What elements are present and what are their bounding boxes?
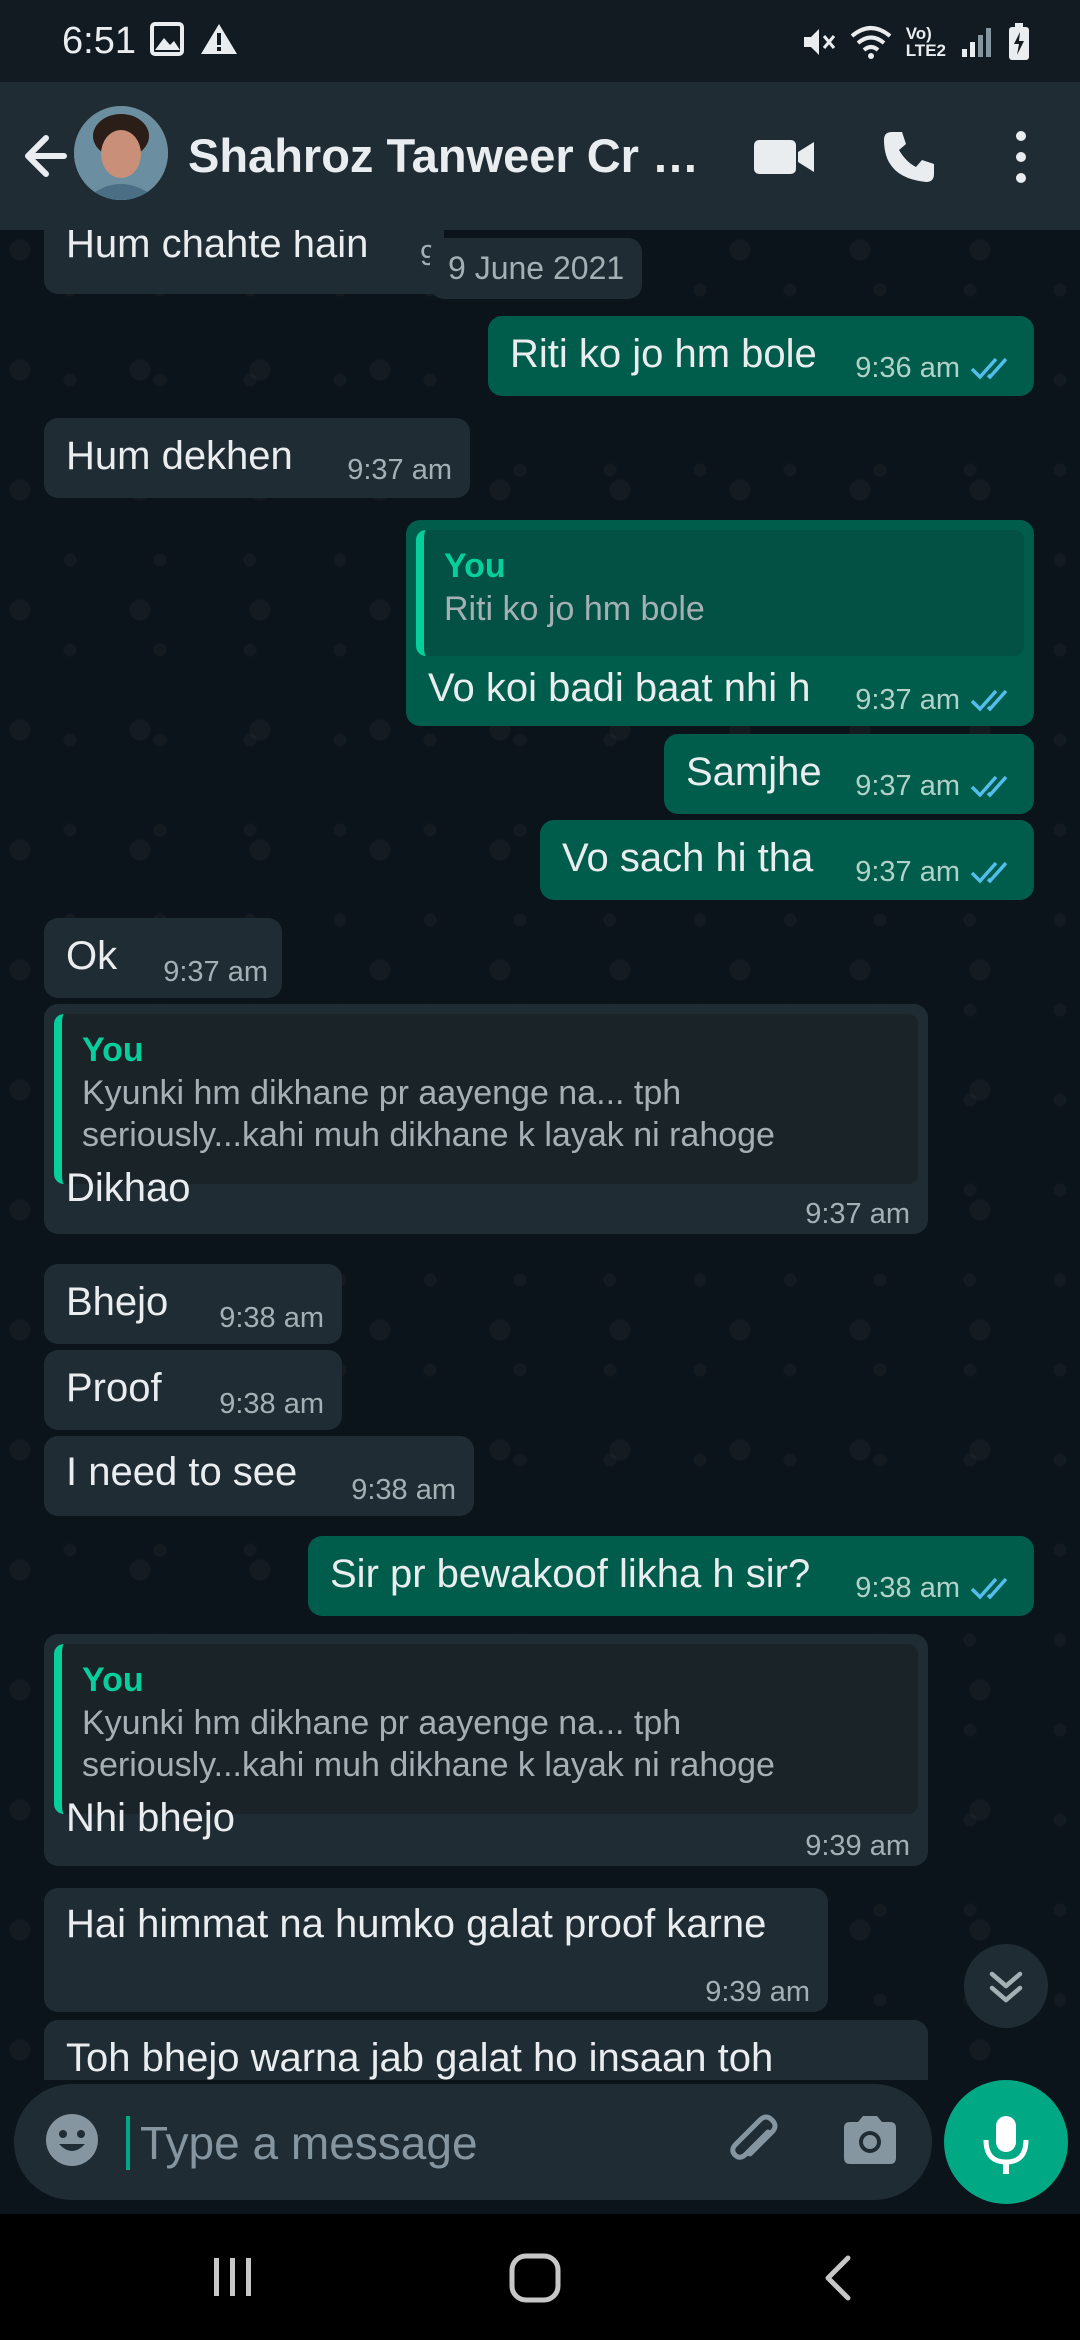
phone-icon[interactable] xyxy=(880,128,938,186)
message-time: 9:37 am xyxy=(855,684,960,716)
double-check-icon xyxy=(970,357,1008,380)
message-text: Bhejo xyxy=(66,1280,169,1324)
message-composer[interactable]: Type a message xyxy=(14,2084,932,2200)
double-check-icon xyxy=(970,775,1008,798)
video-call-icon[interactable] xyxy=(752,134,816,180)
message-text: Ok xyxy=(66,934,118,978)
quoted-message[interactable]: You Riti ko jo hm bole xyxy=(416,530,1024,656)
message-meta: 9:37 am xyxy=(855,848,1016,896)
mute-icon xyxy=(803,29,835,55)
message-bubble[interactable]: Riti ko jo hm bole 9:36 am xyxy=(488,316,1034,396)
date-chip: 9 June 2021 xyxy=(430,238,643,299)
message-bubble[interactable]: Proof 9:38 am xyxy=(44,1350,342,1430)
double-check-icon xyxy=(970,689,1008,712)
message-bubble[interactable]: Samjhe 9:37 am xyxy=(664,734,1034,814)
quoted-message[interactable]: You Kyunki hm dikhane pr aayenge na... t… xyxy=(54,1014,918,1184)
double-check-icon xyxy=(970,861,1008,884)
double-chevron-down-icon xyxy=(989,1971,1023,2003)
message-time: 9:37 am xyxy=(855,770,960,802)
volte-label-top: Vo) xyxy=(905,24,932,43)
message-bubble[interactable]: Hum chahte hain 9 xyxy=(44,230,444,294)
signal-icon xyxy=(962,28,991,57)
more-vertical-icon[interactable] xyxy=(1006,126,1036,188)
contact-name[interactable]: Shahroz Tanweer Cr Civ... xyxy=(188,128,728,183)
quoted-message[interactable]: You Kyunki hm dikhane pr aayenge na... t… xyxy=(54,1644,918,1814)
quoted-text: Kyunki hm dikhane pr aayenge na... tph s… xyxy=(82,1704,775,1784)
quoted-author: You xyxy=(82,1031,144,1069)
message-meta: 9:38 am xyxy=(855,1564,1016,1612)
paperclip-icon[interactable] xyxy=(722,2110,786,2174)
message-text: Dikhao xyxy=(66,1166,191,1210)
message-text: Hum dekhen xyxy=(66,434,293,478)
message-bubble[interactable]: Vo sach hi tha 9:37 am xyxy=(540,820,1034,900)
wifi-icon xyxy=(850,26,891,59)
voice-message-button[interactable] xyxy=(944,2080,1068,2204)
avatar[interactable] xyxy=(74,106,168,200)
status-bar: 6:51 Vo) LTE2 xyxy=(0,0,1080,82)
message-meta: 9:37 am xyxy=(855,676,1016,724)
status-system-icons: Vo) LTE2 xyxy=(800,20,1030,64)
status-time: 6:51 xyxy=(62,20,136,62)
message-text: Vo sach hi tha xyxy=(562,836,814,880)
message-time: 9:36 am xyxy=(855,352,960,384)
message-text: Vo koi badi baat nhi h xyxy=(428,666,811,710)
message-bubble[interactable]: Ok 9:37 am xyxy=(44,918,282,998)
message-text: I need to see xyxy=(66,1450,298,1494)
volte-label: Vo) LTE2 xyxy=(906,25,946,59)
message-input[interactable]: Type a message xyxy=(140,2116,478,2170)
message-text: Nhi bhejo xyxy=(66,1796,236,1840)
message-bubble[interactable]: You Kyunki hm dikhane pr aayenge na... t… xyxy=(44,1634,928,1866)
volte-label-bottom: LTE2 xyxy=(905,41,946,60)
message-list[interactable]: Hum chahte hain 9 9 June 2021 Riti ko jo… xyxy=(0,230,1080,2080)
message-bubble[interactable]: I need to see 9:38 am xyxy=(44,1436,474,1516)
emoji-icon[interactable] xyxy=(42,2110,102,2170)
scroll-to-bottom-button[interactable] xyxy=(964,1944,1048,2028)
message-time: 9:38 am xyxy=(219,1302,324,1334)
quoted-author: You xyxy=(82,1661,144,1699)
message-time: 9:38 am xyxy=(855,1572,960,1604)
message-bubble[interactable]: Hai himmat na humko galat proof karne 9:… xyxy=(44,1888,828,2012)
message-bubble[interactable]: Toh bhejo warna jab galat ho insaan toh xyxy=(44,2020,928,2080)
message-time: 9:37 am xyxy=(855,856,960,888)
message-time: 9:39 am xyxy=(705,1976,810,2008)
text-cursor xyxy=(126,2116,130,2170)
message-text: Samjhe xyxy=(686,750,822,794)
message-text: Proof xyxy=(66,1366,162,1410)
battery-charging-icon xyxy=(1009,23,1029,60)
camera-icon[interactable] xyxy=(840,2112,900,2168)
message-bubble[interactable]: You Kyunki hm dikhane pr aayenge na... t… xyxy=(44,1004,928,1234)
system-navigation-bar xyxy=(0,2214,1080,2340)
nav-back-icon[interactable] xyxy=(818,2252,858,2304)
message-bubble[interactable]: Sir pr bewakoof likha h sir? 9:38 am xyxy=(308,1536,1034,1616)
warning-icon xyxy=(201,24,237,54)
home-icon[interactable] xyxy=(508,2252,562,2304)
quoted-author: You xyxy=(444,547,506,585)
message-time: 9:37 am xyxy=(805,1198,910,1230)
quoted-text: Kyunki hm dikhane pr aayenge na... tph s… xyxy=(82,1074,775,1154)
message-bubble[interactable]: Bhejo 9:38 am xyxy=(44,1264,342,1344)
recent-apps-icon[interactable] xyxy=(208,2254,258,2300)
quoted-text: Riti ko jo hm bole xyxy=(444,590,705,628)
message-time: 9:38 am xyxy=(351,1474,456,1506)
message-text: Toh bhejo warna jab galat ho insaan toh xyxy=(66,2036,774,2080)
status-notification-icons xyxy=(150,22,238,62)
message-time: 9:38 am xyxy=(219,1388,324,1420)
message-time: 9:39 am xyxy=(805,1830,910,1862)
message-time: 9:37 am xyxy=(347,454,452,486)
microphone-icon xyxy=(983,2116,1029,2174)
message-text: Hum chahte hain xyxy=(66,230,369,266)
chat-header: Shahroz Tanweer Cr Civ... xyxy=(0,82,1080,230)
arrow-left-icon[interactable] xyxy=(18,126,74,186)
message-time: 9:37 am xyxy=(163,956,268,988)
message-text: Riti ko jo hm bole xyxy=(510,332,817,376)
message-text: Hai himmat na humko galat proof karne xyxy=(66,1902,767,1946)
message-meta: 9:37 am xyxy=(855,762,1016,810)
message-bubble[interactable]: You Riti ko jo hm bole Vo koi badi baat … xyxy=(406,520,1034,726)
message-meta: 9:36 am xyxy=(855,344,1016,392)
gallery-icon xyxy=(150,22,184,56)
double-check-icon xyxy=(970,1577,1008,1600)
message-text: Sir pr bewakoof likha h sir? xyxy=(330,1552,811,1596)
message-bubble[interactable]: Hum dekhen 9:37 am xyxy=(44,418,470,498)
